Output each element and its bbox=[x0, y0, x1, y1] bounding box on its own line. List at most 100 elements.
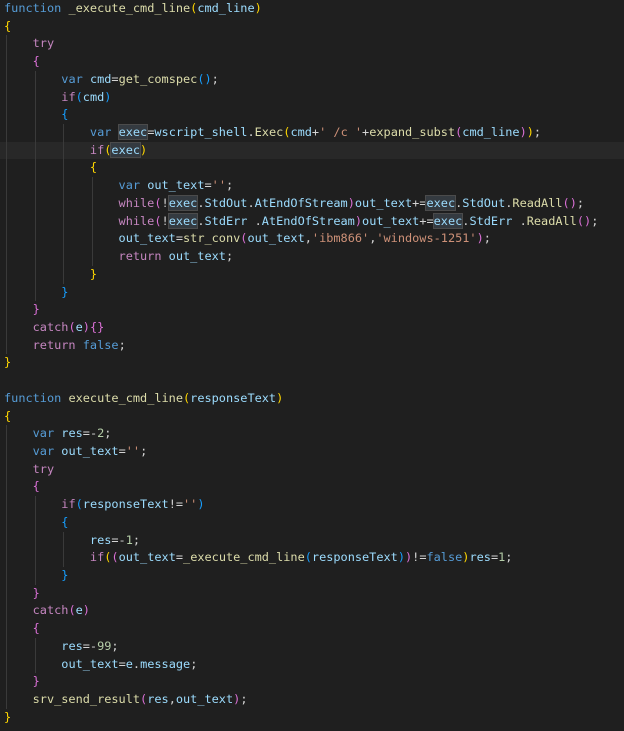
code-line[interactable]: { bbox=[0, 408, 624, 426]
indent-guide bbox=[34, 549, 36, 567]
code-line[interactable]: } bbox=[0, 584, 624, 603]
indent-guide bbox=[63, 531, 65, 550]
code-token: responseText bbox=[190, 390, 277, 405]
code-token: ; bbox=[111, 638, 119, 653]
code-line[interactable]: if((out_text=_execute_cmd_line(responseT… bbox=[0, 549, 624, 567]
code-line[interactable]: var res=-2; bbox=[0, 425, 624, 443]
code-line[interactable]: res=-1; bbox=[0, 531, 624, 550]
code-line[interactable]: } bbox=[0, 265, 624, 284]
code-token: if bbox=[89, 142, 105, 157]
code-line[interactable]: var out_text=''; bbox=[0, 442, 624, 461]
code-line[interactable]: } bbox=[0, 709, 624, 727]
code-line[interactable]: function execute_cmd_line(responseText) bbox=[0, 390, 624, 408]
code-line[interactable]: if(cmd) bbox=[0, 88, 624, 107]
code-token: { bbox=[4, 408, 12, 423]
code-editor[interactable]: function _execute_cmd_line(cmd_line){ tr… bbox=[0, 0, 624, 731]
code-token: ) bbox=[276, 390, 284, 405]
code-token: expand_subst bbox=[369, 125, 456, 140]
code-line[interactable]: catch(e) bbox=[0, 602, 624, 621]
code-token: ReadAll bbox=[526, 213, 577, 228]
indent-guide bbox=[6, 283, 7, 302]
code-line[interactable]: { bbox=[0, 53, 624, 71]
code-token: ) bbox=[519, 125, 527, 140]
indent-guide bbox=[34, 567, 36, 585]
code-token: var bbox=[61, 71, 83, 86]
indent-guide bbox=[34, 248, 36, 266]
code-token: ) bbox=[476, 231, 484, 246]
indent-guide bbox=[6, 159, 7, 178]
code-token: StdErr bbox=[204, 213, 248, 228]
indent-guide bbox=[6, 336, 7, 355]
code-line[interactable]: catch(e){} bbox=[0, 318, 624, 337]
indent-guide bbox=[34, 637, 36, 656]
code-token: exec bbox=[432, 212, 464, 229]
indent-guide bbox=[34, 265, 36, 284]
code-line[interactable]: } bbox=[0, 673, 624, 692]
code-token: = bbox=[204, 178, 212, 193]
code-line[interactable]: return out_text; bbox=[0, 248, 624, 266]
code-token: ( bbox=[68, 319, 76, 334]
code-line[interactable]: { bbox=[0, 106, 624, 125]
indent-guide bbox=[6, 584, 7, 603]
indent-guide bbox=[63, 141, 65, 160]
code-line[interactable]: srv_send_result(res,out_text); bbox=[0, 691, 624, 709]
code-line[interactable]: { bbox=[0, 159, 624, 178]
code-line[interactable]: while(!exec.StdErr .AtEndOfStream)out_te… bbox=[0, 212, 624, 231]
code-line[interactable]: { bbox=[0, 18, 624, 36]
code-token: . bbox=[197, 213, 205, 228]
code-token: ( bbox=[111, 550, 119, 565]
indent-guide bbox=[6, 496, 7, 514]
code-line[interactable]: if(responseText!='') bbox=[0, 496, 624, 514]
code-token: { bbox=[4, 18, 12, 33]
code-line[interactable]: { bbox=[0, 620, 624, 638]
code-line[interactable]: out_text=str_conv(out_text,'ibm866','win… bbox=[0, 230, 624, 249]
code-line[interactable]: try bbox=[0, 460, 624, 479]
code-line[interactable]: return false; bbox=[0, 336, 624, 355]
code-line[interactable]: } bbox=[0, 354, 624, 372]
code-line[interactable] bbox=[0, 372, 624, 390]
code-line[interactable]: out_text=e.message; bbox=[0, 655, 624, 674]
indent-guide bbox=[34, 194, 36, 213]
code-token: () bbox=[197, 71, 212, 86]
code-token: cmd bbox=[89, 71, 112, 86]
code-token: ! bbox=[161, 213, 169, 228]
indent-guide bbox=[63, 265, 65, 284]
indent-guide bbox=[6, 567, 7, 585]
code-line[interactable]: var cmd=get_comspec(); bbox=[0, 70, 624, 89]
code-token: 'ibm866' bbox=[311, 231, 370, 246]
indent-guide bbox=[34, 531, 36, 550]
code-line[interactable]: { bbox=[0, 478, 624, 497]
code-line[interactable]: } bbox=[0, 301, 624, 319]
indent-guide bbox=[6, 673, 7, 692]
code-line[interactable]: while(!exec.StdOut.AtEndOfStream)out_tex… bbox=[0, 194, 624, 213]
code-line[interactable]: } bbox=[0, 567, 624, 585]
indent-guide bbox=[6, 637, 7, 656]
code-line[interactable]: } bbox=[0, 283, 624, 302]
code-token: =- bbox=[82, 426, 98, 441]
indent-guide bbox=[34, 177, 36, 195]
code-line[interactable]: function _execute_cmd_line(cmd_line) bbox=[0, 0, 624, 18]
code-token: function bbox=[4, 1, 62, 15]
indent-guide bbox=[6, 88, 7, 107]
code-token: out_text bbox=[147, 178, 205, 193]
code-line[interactable]: { bbox=[0, 513, 624, 532]
code-token: if bbox=[61, 89, 76, 104]
code-line[interactable]: res=-99; bbox=[0, 637, 624, 656]
code-line[interactable]: var out_text=''; bbox=[0, 177, 624, 195]
code-token: = bbox=[118, 656, 126, 671]
code-line[interactable]: try bbox=[0, 35, 624, 54]
code-line[interactable]: var exec=wscript_shell.Exec(cmd+' /c '+e… bbox=[0, 124, 624, 142]
indent-guide bbox=[34, 141, 36, 160]
code-line[interactable]: if(exec) bbox=[0, 141, 624, 160]
code-token: ( bbox=[154, 195, 162, 210]
code-token: ( bbox=[68, 603, 76, 618]
code-token: . bbox=[197, 195, 205, 210]
code-token: if bbox=[61, 497, 76, 512]
